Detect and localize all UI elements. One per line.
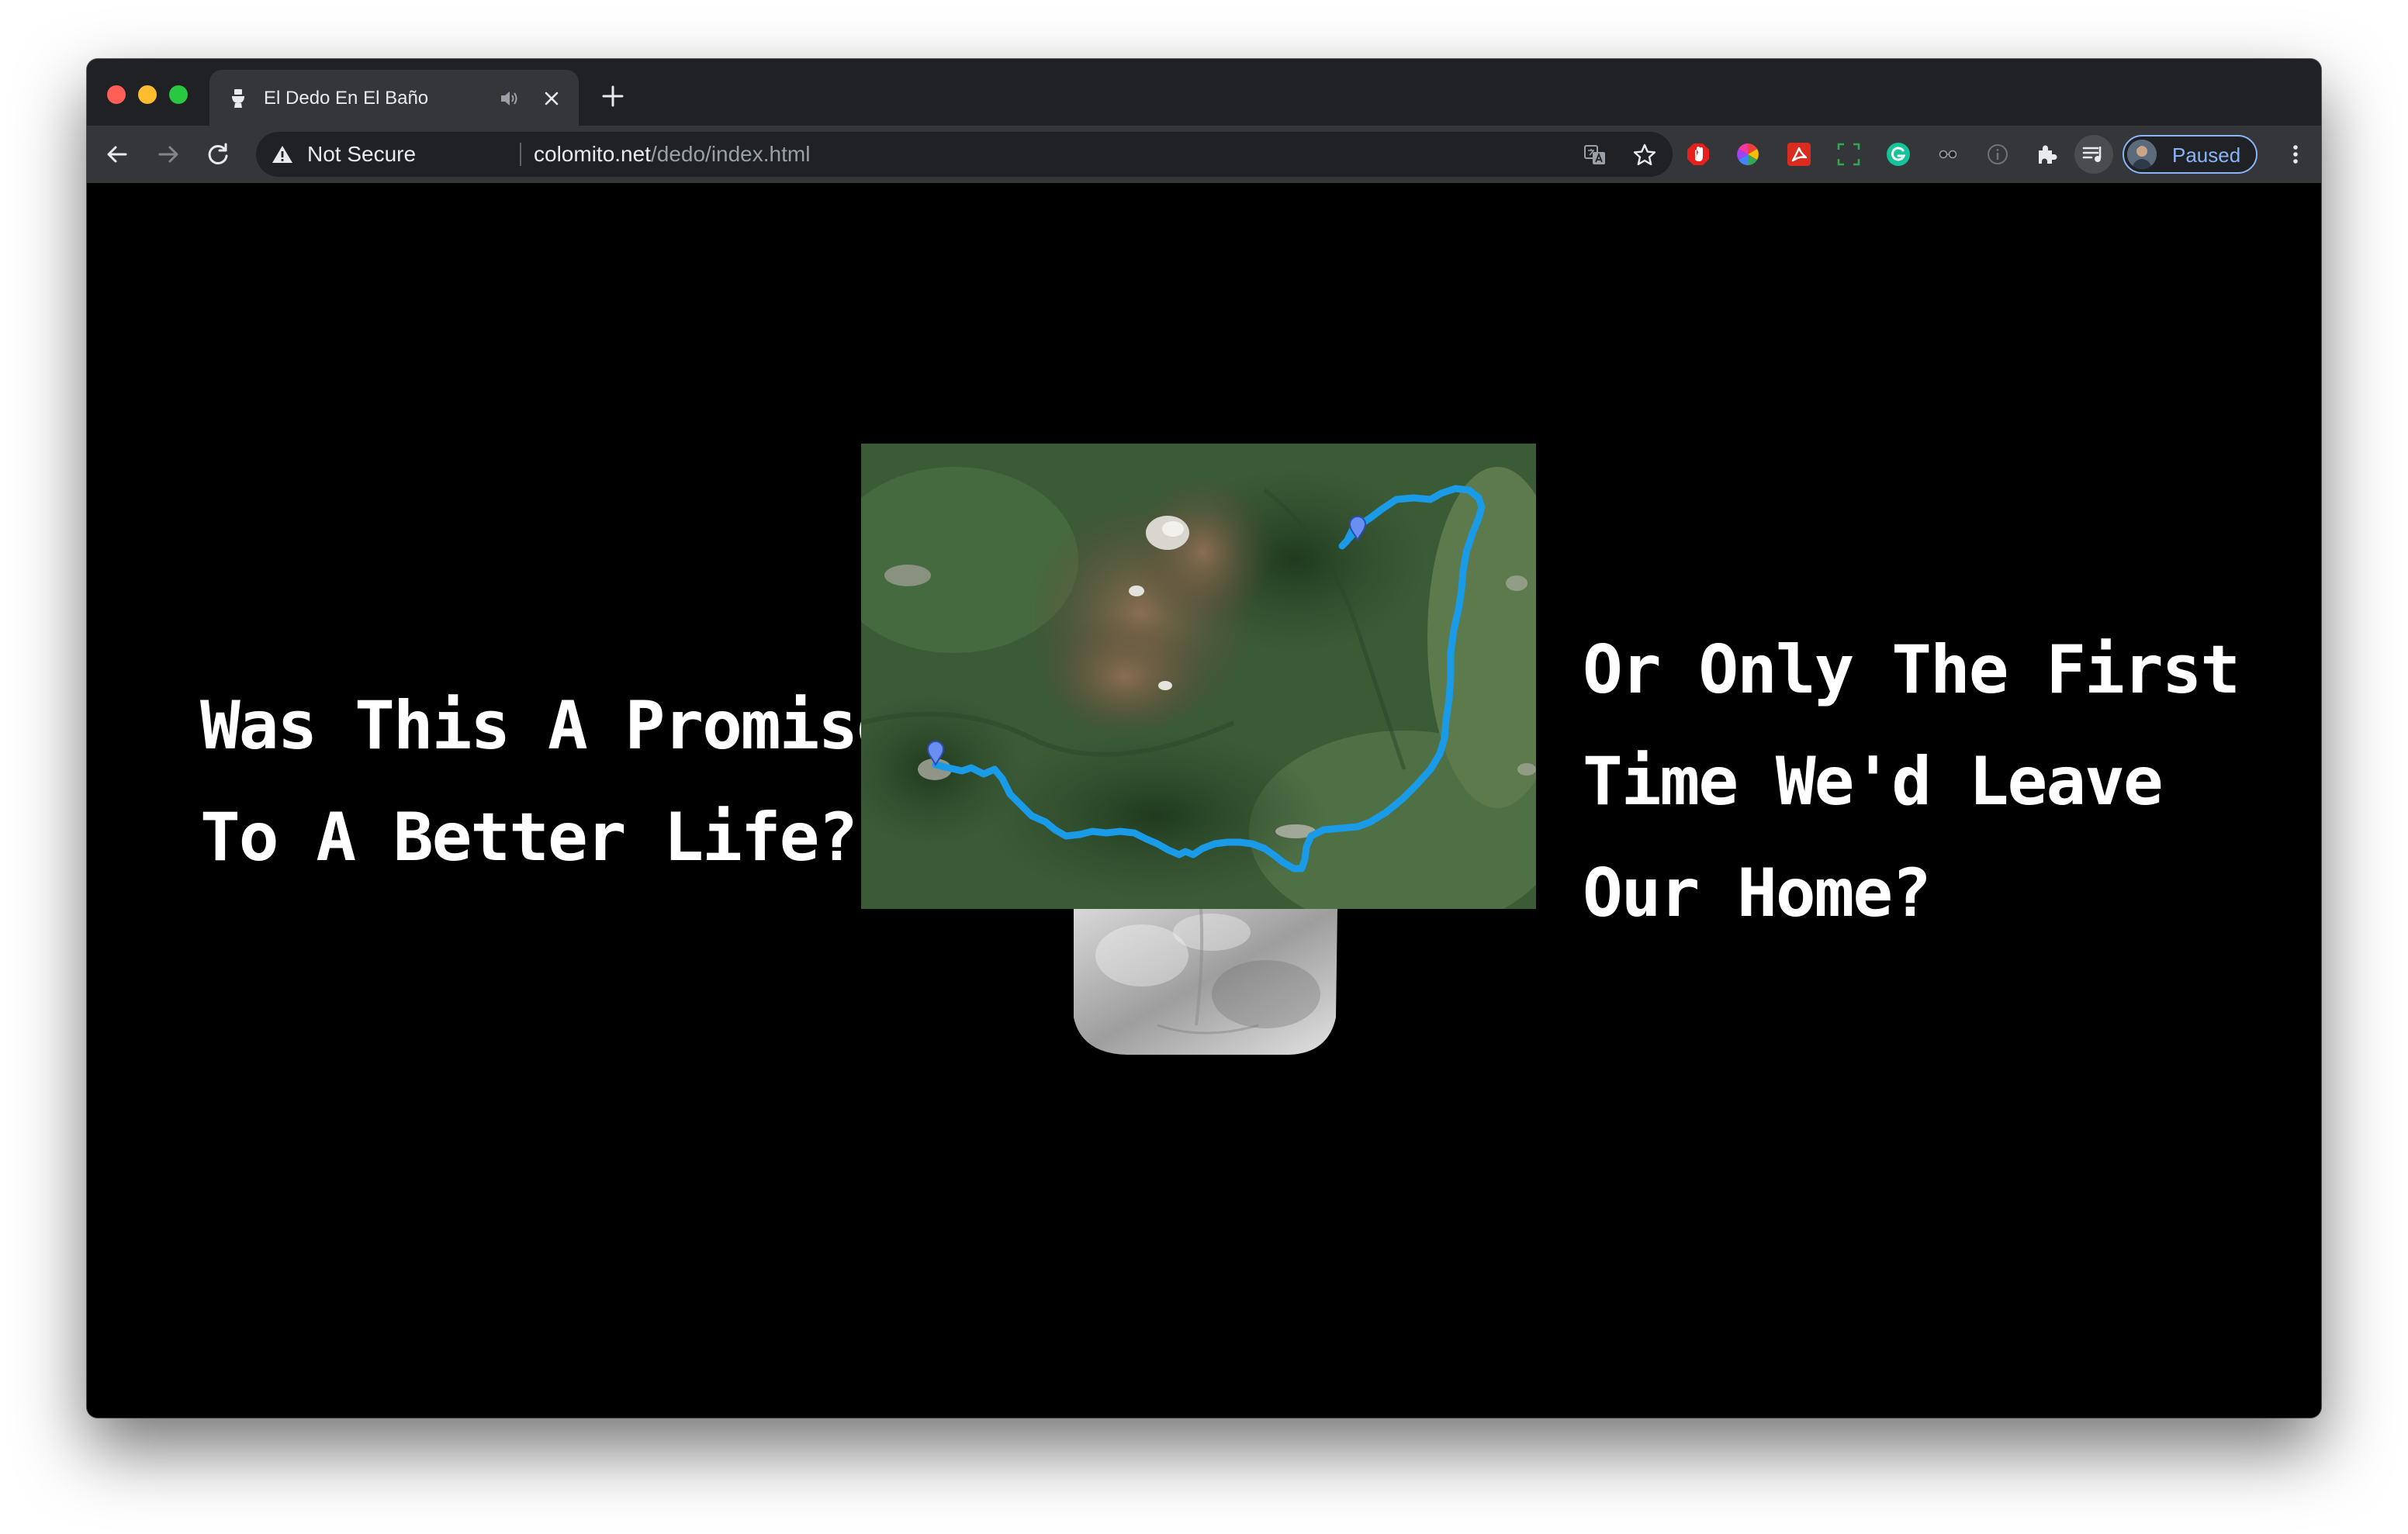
star-icon[interactable] (1632, 143, 1657, 168)
left-caption-line: To A Better Life? (200, 799, 858, 876)
forward-arrow-icon[interactable] (155, 141, 182, 168)
tab-bar: El Dedo En El Baño (87, 59, 2321, 126)
tab-title: El Dedo En El Baño (264, 88, 429, 109)
color-wheel-icon[interactable] (1735, 141, 1761, 168)
url-text[interactable]: colomito.net/dedo/index.html (534, 142, 810, 167)
acrobat-icon[interactable] (1786, 141, 1812, 168)
glasses-icon[interactable] (1935, 141, 1961, 168)
warning-icon[interactable] (272, 144, 293, 164)
grammarly-icon[interactable] (1885, 141, 1912, 168)
close-icon[interactable] (540, 87, 563, 110)
omnibox-divider (520, 143, 521, 166)
plus-icon[interactable] (599, 82, 627, 110)
finger-tip-image (1074, 909, 1337, 1055)
url-path: /dedo/index.html (650, 142, 811, 166)
left-caption: Was This A Promise To A Better Life? (200, 670, 897, 893)
speaker-icon[interactable] (498, 88, 520, 109)
right-caption-line: Time We'd Leave (1583, 743, 2164, 821)
close-window-button[interactable] (107, 85, 126, 104)
right-caption-line: Our Home? (1583, 855, 1932, 932)
browser-window: El Dedo En El Baño Not Secure colomito.n… (87, 59, 2321, 1418)
translate-icon[interactable] (1583, 143, 1607, 168)
security-status[interactable]: Not Secure (307, 142, 416, 167)
address-bar[interactable]: Not Secure colomito.net/dedo/index.html (256, 132, 1673, 177)
right-caption: Or Only The First Time We'd Leave Our Ho… (1583, 614, 2240, 949)
more-vert-icon[interactable] (2282, 141, 2309, 168)
tab-active[interactable]: El Dedo En El Baño (209, 70, 579, 126)
back-arrow-icon[interactable] (104, 141, 130, 168)
right-caption-line: Or Only The First (1583, 631, 2240, 709)
puzzle-icon[interactable] (2034, 141, 2060, 168)
page-content: Was This A Promise To A Better Life? Or … (87, 183, 2321, 1418)
toilet-icon (232, 89, 244, 108)
minimize-window-button[interactable] (138, 85, 157, 104)
satellite-route-map (861, 444, 1536, 909)
media-queue-button[interactable] (2074, 135, 2113, 174)
info-icon[interactable] (1984, 141, 2011, 168)
profile-button[interactable]: Paused (2123, 135, 2258, 174)
media-queue-icon (2082, 147, 2102, 162)
url-host: colomito.net (534, 142, 651, 166)
avatar (2127, 140, 2157, 169)
browser-toolbar: Not Secure colomito.net/dedo/index.html (87, 126, 2321, 183)
screenshot-icon[interactable] (1835, 141, 1862, 168)
profile-status: Paused (2172, 143, 2241, 167)
zoom-window-button[interactable] (169, 85, 188, 104)
adblock-icon[interactable] (1685, 141, 1711, 168)
left-caption-line: Was This A Promise (200, 687, 897, 765)
reload-icon[interactable] (205, 141, 231, 168)
